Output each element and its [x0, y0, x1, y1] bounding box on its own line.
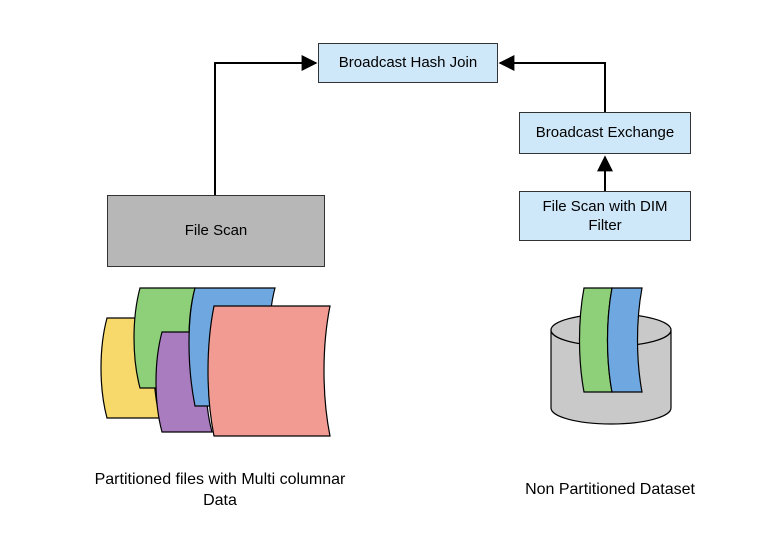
node-file-scan: File Scan	[107, 195, 325, 267]
node-file-scan-dim: File Scan with DIM Filter	[519, 191, 691, 241]
node-label: File Scan	[185, 221, 248, 241]
arrow-filescan-to-join	[215, 63, 316, 195]
caption-text: Partitioned files with Multi columnar Da…	[95, 471, 346, 509]
arrow-exchange-to-join	[500, 63, 605, 112]
caption-text: Non Partitioned Dataset	[525, 481, 695, 498]
partitioned-files-icon	[101, 288, 330, 436]
node-label: Broadcast Hash Join	[339, 53, 477, 73]
caption-left: Partitioned files with Multi columnar Da…	[90, 470, 350, 512]
caption-right: Non Partitioned Dataset	[510, 480, 710, 501]
node-label: Broadcast Exchange	[536, 123, 674, 143]
node-broadcast-exchange: Broadcast Exchange	[519, 112, 691, 154]
node-broadcast-hash-join: Broadcast Hash Join	[318, 43, 498, 83]
nonpartitioned-dataset-icon	[551, 288, 671, 424]
node-label: File Scan with DIM Filter	[526, 197, 684, 236]
